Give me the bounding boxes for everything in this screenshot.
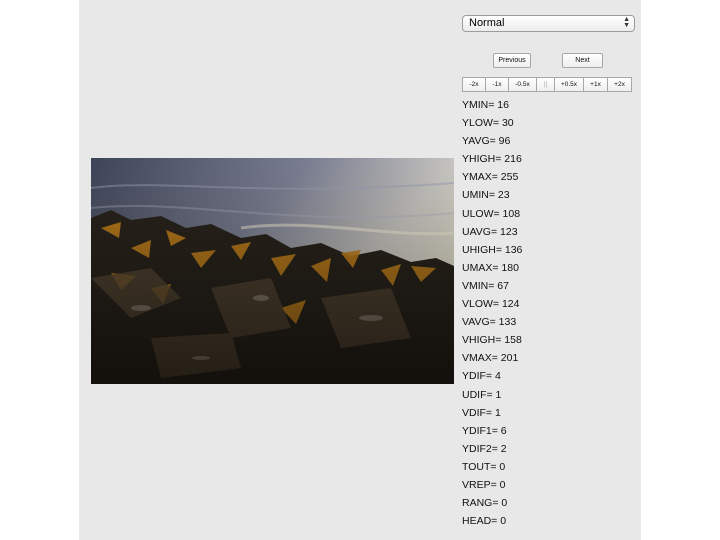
next-button[interactable]: Next xyxy=(562,53,603,68)
speed-minus-2x-button[interactable]: -2x xyxy=(462,77,486,92)
video-frame-image xyxy=(91,158,454,384)
chevron-up-down-icon: ▲ ▼ xyxy=(623,16,630,29)
stat-yhigh: YHIGH= 216 xyxy=(462,153,522,166)
speed-plus-2x-button[interactable]: +2x xyxy=(607,77,632,92)
stat-uhigh: UHIGH= 136 xyxy=(462,243,523,256)
stat-ydif1: YDIF1= 6 xyxy=(462,424,507,437)
stat-umin: UMIN= 23 xyxy=(462,189,510,202)
stat-vmax: VMAX= 201 xyxy=(462,352,519,365)
stat-vdif: VDIF= 1 xyxy=(462,406,501,419)
stat-ydif2: YDIF2= 2 xyxy=(462,442,507,455)
stat-uavg: UAVG= 123 xyxy=(462,225,518,238)
previous-button[interactable]: Previous xyxy=(493,53,531,68)
stat-vhigh: VHIGH= 158 xyxy=(462,334,522,347)
stat-head: HEAD= 0 xyxy=(462,515,507,528)
stat-tout: TOUT= 0 xyxy=(462,460,506,473)
stat-umax: UMAX= 180 xyxy=(462,261,519,274)
stat-ydif: YDIF= 4 xyxy=(462,370,501,383)
speed-minus-half-button[interactable]: -0.5x xyxy=(508,77,537,92)
speed-minus-1x-button[interactable]: -1x xyxy=(485,77,509,92)
stat-vrep: VREP= 0 xyxy=(462,478,506,491)
video-frame xyxy=(91,158,454,384)
stat-ulow: ULOW= 108 xyxy=(462,207,521,220)
stat-vlow: VLOW= 124 xyxy=(462,298,520,311)
stat-udif: UDIF= 1 xyxy=(462,388,502,401)
stat-ylow: YLOW= 30 xyxy=(462,117,514,130)
speed-control-bar: -2x -1x -0.5x || +0.5x +1x +2x xyxy=(462,77,632,92)
stat-yavg: YAVG= 96 xyxy=(462,135,511,148)
stat-vmin: VMIN= 67 xyxy=(462,279,509,292)
speed-plus-half-button[interactable]: +0.5x xyxy=(554,77,584,92)
mode-select[interactable]: Normal ▲ ▼ xyxy=(462,15,635,32)
stat-vavg: VAVG= 133 xyxy=(462,316,517,329)
mode-select-value: Normal xyxy=(469,17,505,29)
speed-plus-1x-button[interactable]: +1x xyxy=(583,77,608,92)
stat-rang: RANG= 0 xyxy=(462,497,508,510)
stat-ymin: YMIN= 16 xyxy=(462,99,509,111)
stat-ymax: YMAX= 255 xyxy=(462,171,519,184)
pause-button[interactable]: || xyxy=(536,77,555,92)
signal-stats-list: YMIN= 16 YLOW= 30 YAVG= 96 YHIGH= 216 YM… xyxy=(462,98,522,532)
